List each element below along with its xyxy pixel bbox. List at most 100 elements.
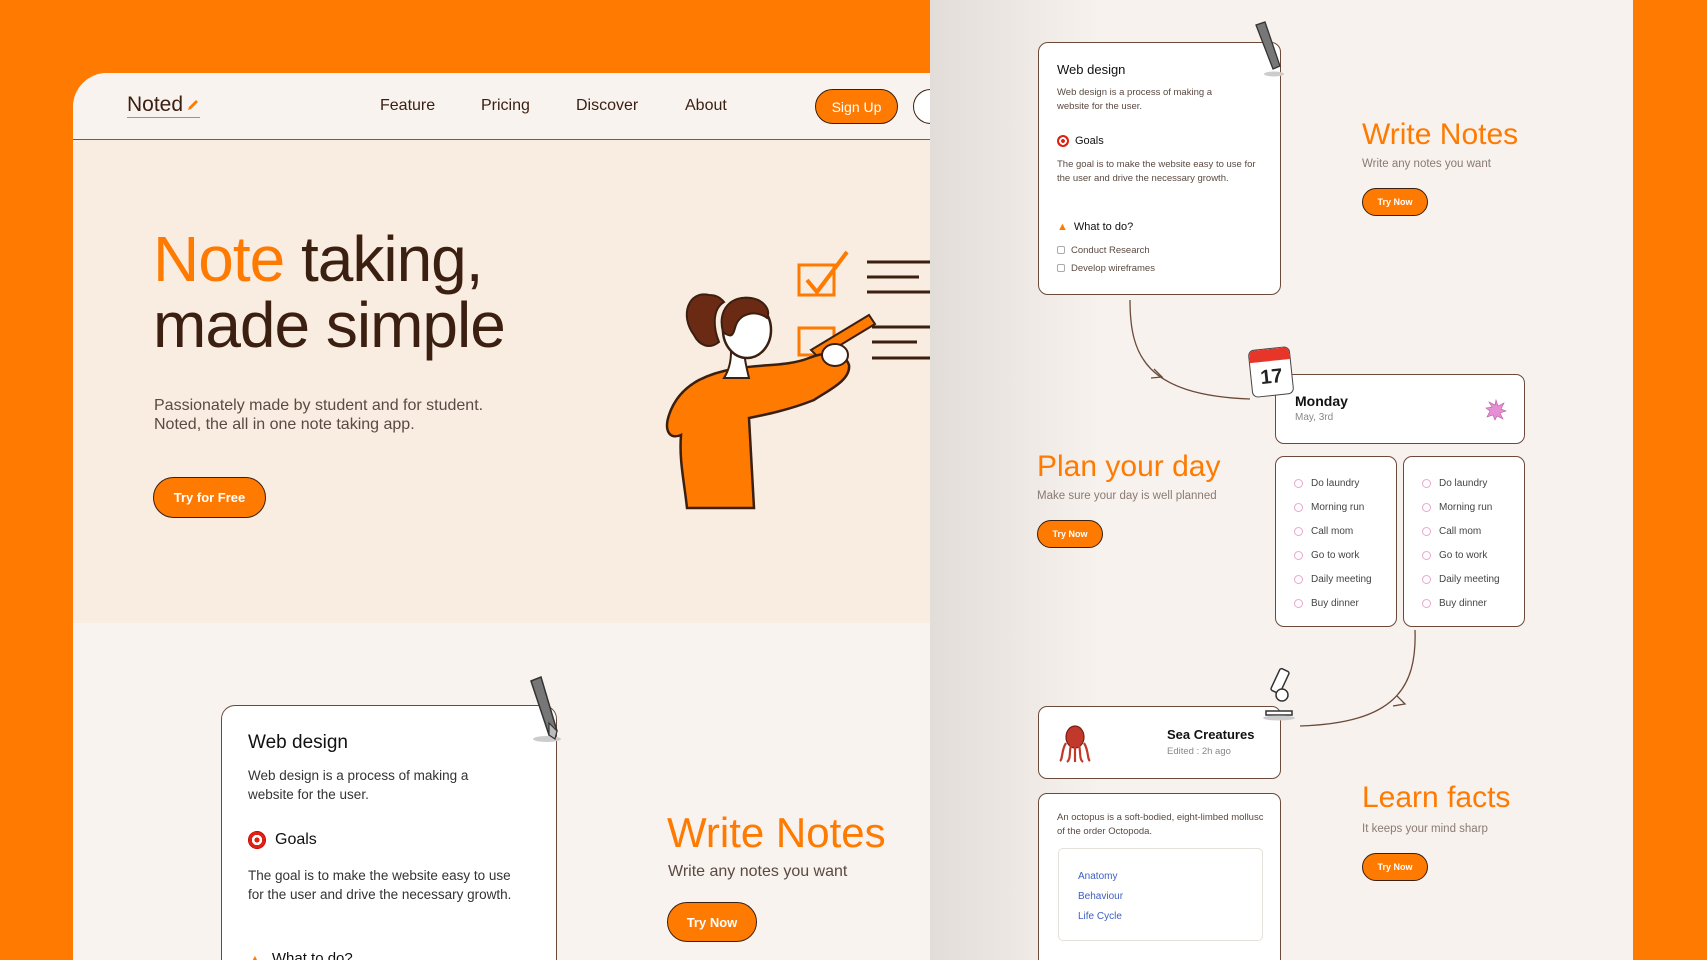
checkbox-icon[interactable] xyxy=(1057,264,1065,273)
topic-list: Anatomy Behaviour Life Cycle xyxy=(1058,848,1263,941)
task-item[interactable]: Do laundry xyxy=(1294,471,1396,495)
checkbox-icon[interactable] xyxy=(1057,246,1065,255)
landing-page-window: Noted Feature Pricing Discover About Sig… xyxy=(73,73,1040,960)
web-design-note-card[interactable]: Web design Web design is a process of ma… xyxy=(221,705,557,960)
flower-icon xyxy=(1485,399,1507,421)
sea-creatures-card[interactable]: Sea Creatures Edited : 2h ago xyxy=(1038,706,1281,779)
fountain-pen-icon xyxy=(530,675,561,742)
task-item[interactable]: Daily meeting xyxy=(1294,567,1396,591)
radio-circle-icon[interactable] xyxy=(1294,550,1303,560)
task-label: Morning run xyxy=(1311,501,1365,513)
task-label: Buy dinner xyxy=(1311,597,1359,609)
task-item[interactable]: Call mom xyxy=(1294,519,1396,543)
task-item[interactable]: Call mom xyxy=(1422,519,1524,543)
target-icon xyxy=(1057,135,1069,147)
sea-card-meta: Edited : 2h ago xyxy=(1167,746,1231,757)
task-item[interactable]: Go to work xyxy=(1422,543,1524,567)
task-item[interactable]: Buy dinner xyxy=(1422,591,1524,615)
plan-try-now-button[interactable]: Try Now xyxy=(1037,520,1103,548)
topic-link[interactable]: Life Cycle xyxy=(1078,907,1262,927)
todo-item[interactable]: Develop wireframes xyxy=(1057,262,1155,276)
task-label: Buy dinner xyxy=(1439,597,1487,609)
day-date: May, 3rd xyxy=(1295,412,1334,423)
todo-item-label: Conduct Research xyxy=(1071,245,1150,256)
nav-link-pricing[interactable]: Pricing xyxy=(481,97,530,115)
radio-circle-icon[interactable] xyxy=(1422,574,1431,584)
mini-todo-title: What to do? xyxy=(1073,221,1134,233)
microscope-icon xyxy=(1263,667,1295,721)
task-item[interactable]: Buy dinner xyxy=(1294,591,1396,615)
learn-title: Learn facts xyxy=(1362,781,1511,814)
logo[interactable]: Noted xyxy=(127,93,201,118)
todo-item[interactable]: Conduct Research xyxy=(1057,244,1150,258)
radio-circle-icon[interactable] xyxy=(1422,526,1431,536)
sea-card-title: Sea Creatures xyxy=(1167,727,1255,742)
radio-circle-icon[interactable] xyxy=(1294,502,1303,512)
logo-text: Noted xyxy=(127,93,184,116)
hero-subtitle: Passionately made by student and for stu… xyxy=(154,396,483,434)
hero-subtitle-line2: Noted, the all in one note taking app. xyxy=(154,416,415,433)
panel-write-notes-subtitle: Write any notes you want xyxy=(1362,158,1491,170)
try-free-button[interactable]: Try for Free xyxy=(153,477,266,518)
task-item[interactable]: Do laundry xyxy=(1422,471,1524,495)
day-header-card[interactable]: Monday May, 3rd xyxy=(1275,374,1525,444)
task-label: Daily meeting xyxy=(1439,573,1500,585)
topic-link[interactable]: Behaviour xyxy=(1078,887,1262,907)
fountain-pen-icon xyxy=(1255,21,1284,77)
radio-circle-icon[interactable] xyxy=(1294,598,1303,608)
radio-circle-icon[interactable] xyxy=(1422,598,1431,608)
task-label: Go to work xyxy=(1311,549,1360,561)
calendar-icon: 17 xyxy=(1247,345,1295,399)
todo-item-label: Develop wireframes xyxy=(1071,263,1155,274)
task-label: Do laundry xyxy=(1439,477,1488,489)
radio-circle-icon[interactable] xyxy=(1294,574,1303,584)
mini-note-card[interactable]: Web design Web design is a process of ma… xyxy=(1038,42,1281,295)
task-label: Daily meeting xyxy=(1311,573,1372,585)
learn-try-now-button[interactable]: Try Now xyxy=(1362,853,1428,881)
learn-subtitle: It keeps your mind sharp xyxy=(1362,823,1488,835)
hero-title-accent: Note xyxy=(153,223,285,295)
nav-link-about[interactable]: About xyxy=(685,97,727,115)
nav-link-discover[interactable]: Discover xyxy=(576,97,638,115)
task-label: Call mom xyxy=(1439,525,1482,537)
fact-text: An octopus is a soft-bodied, eight-limbe… xyxy=(1057,812,1264,837)
goals-heading: Goals xyxy=(248,831,317,849)
task-item[interactable]: Daily meeting xyxy=(1422,567,1524,591)
goals-description: The goal is to make the website easy to … xyxy=(248,868,512,902)
write-notes-title: Write Notes xyxy=(667,809,886,856)
mini-note-description: Web design is a process of making a webs… xyxy=(1057,87,1213,112)
radio-circle-icon[interactable] xyxy=(1422,550,1431,560)
hero-title-rest: taking, xyxy=(284,223,484,295)
task-item[interactable]: Morning run xyxy=(1294,495,1396,519)
task-item[interactable]: Go to work xyxy=(1294,543,1396,567)
mini-note-title: Web design xyxy=(1057,62,1126,77)
hero-title-line2: made simple xyxy=(153,289,506,361)
flow-connector xyxy=(1129,299,1251,400)
fact-card[interactable]: An octopus is a soft-bodied, eight-limbe… xyxy=(1038,793,1281,960)
topic-link[interactable]: Anatomy xyxy=(1078,867,1262,887)
calendar-day: 17 xyxy=(1259,364,1284,390)
signup-button[interactable]: Sign Up xyxy=(815,89,898,124)
radio-circle-icon[interactable] xyxy=(1422,502,1431,512)
task-label: Go to work xyxy=(1439,549,1488,561)
hero-subtitle-line1: Passionately made by student and for stu… xyxy=(154,397,484,414)
hero-title: Note taking, made simple xyxy=(153,223,506,361)
hero-section: Note taking, made simple Passionately ma… xyxy=(73,140,1040,623)
goals-title: Goals xyxy=(275,831,317,848)
running-person-icon: ▲ xyxy=(248,950,262,960)
target-icon xyxy=(248,831,266,849)
mini-todo-heading: ▲ What to do? xyxy=(1057,221,1133,233)
radio-circle-icon[interactable] xyxy=(1422,478,1431,488)
nav-link-feature[interactable]: Feature xyxy=(380,97,435,115)
task-list-left: Do laundry Morning run Call mom Go to wo… xyxy=(1275,456,1397,627)
task-item[interactable]: Morning run xyxy=(1422,495,1524,519)
note-description: Web design is a process of making a webs… xyxy=(248,768,469,802)
panel-write-try-now-button[interactable]: Try Now xyxy=(1362,188,1428,216)
write-try-now-button[interactable]: Try Now xyxy=(667,902,757,942)
radio-circle-icon[interactable] xyxy=(1294,478,1303,488)
task-list-right: Do laundry Morning run Call mom Go to wo… xyxy=(1403,456,1525,627)
plan-title: Plan your day xyxy=(1037,450,1221,483)
task-label: Morning run xyxy=(1439,501,1493,513)
radio-circle-icon[interactable] xyxy=(1294,526,1303,536)
top-nav: Noted Feature Pricing Discover About Sig… xyxy=(73,73,1040,140)
